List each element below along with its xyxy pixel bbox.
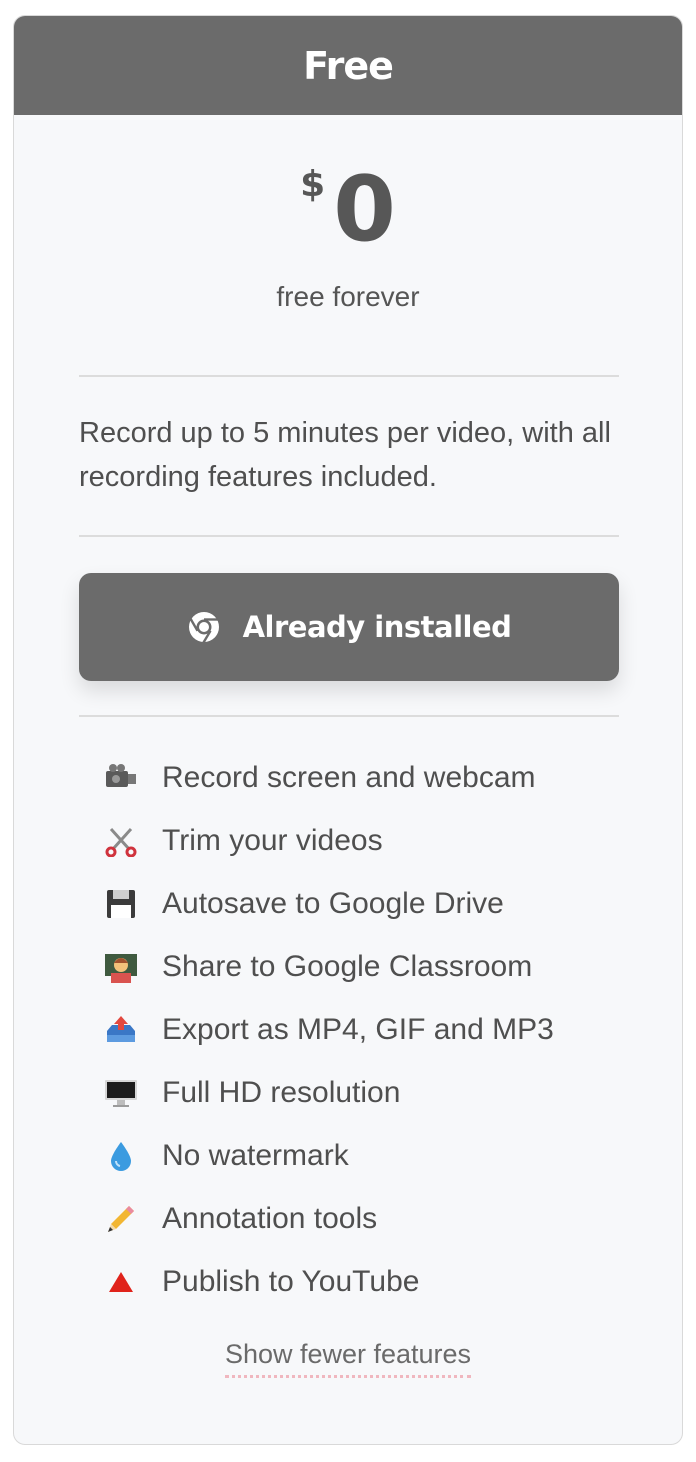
feature-item: Share to Google Classroom [102, 935, 662, 998]
feature-label: Trim your videos [162, 823, 383, 857]
show-fewer-features-link[interactable]: Show fewer features [224, 1339, 472, 1378]
feature-item: Record screen and webcam [102, 746, 662, 809]
feature-label: Record screen and webcam [162, 760, 536, 794]
divider [79, 535, 619, 537]
red-triangle-icon [102, 1263, 140, 1301]
feature-label: No watermark [162, 1138, 349, 1172]
already-installed-button[interactable]: Already installed [79, 573, 619, 681]
show-fewer-features-wrapper: Show fewer features [14, 1339, 682, 1378]
feature-item: No watermark [102, 1124, 662, 1187]
plan-name: Free [303, 43, 394, 88]
floppy-disk-icon [102, 885, 140, 923]
price-period: free forever [276, 281, 420, 312]
feature-label: Share to Google Classroom [162, 949, 533, 983]
desktop-computer-icon [102, 1074, 140, 1112]
feature-label: Export as MP4, GIF and MP3 [162, 1012, 554, 1046]
feature-item: Trim your videos [102, 809, 662, 872]
feature-label: Annotation tools [162, 1201, 378, 1235]
feature-item: Autosave to Google Drive [102, 872, 662, 935]
plan-description: Record up to 5 minutes per video, with a… [79, 417, 611, 493]
card-header: Free [14, 16, 682, 115]
price-amount: 0 [333, 157, 396, 262]
feature-label: Autosave to Google Drive [162, 886, 504, 920]
teacher-icon [102, 948, 140, 986]
feature-list: Record screen and webcam Trim your video… [102, 746, 662, 1313]
droplet-icon [102, 1137, 140, 1175]
divider [79, 715, 619, 717]
feature-item: Publish to YouTube [102, 1250, 662, 1313]
already-installed-label: Already installed [242, 610, 512, 644]
feature-label: Publish to YouTube [162, 1264, 420, 1298]
price: $ 0 [14, 164, 682, 264]
feature-label: Full HD resolution [162, 1075, 401, 1109]
currency-symbol: $ [300, 164, 326, 205]
chrome-icon [187, 610, 221, 644]
feature-item: Export as MP4, GIF and MP3 [102, 998, 662, 1061]
pencil-icon [102, 1200, 140, 1238]
scissors-icon [102, 822, 140, 860]
divider [79, 375, 619, 377]
feature-item: Full HD resolution [102, 1061, 662, 1124]
pricing-card-free: Free $ 0 free forever Record up to 5 min… [13, 15, 683, 1445]
outbox-tray-icon [102, 1011, 140, 1049]
video-camera-icon [102, 759, 140, 797]
feature-item: Annotation tools [102, 1187, 662, 1250]
